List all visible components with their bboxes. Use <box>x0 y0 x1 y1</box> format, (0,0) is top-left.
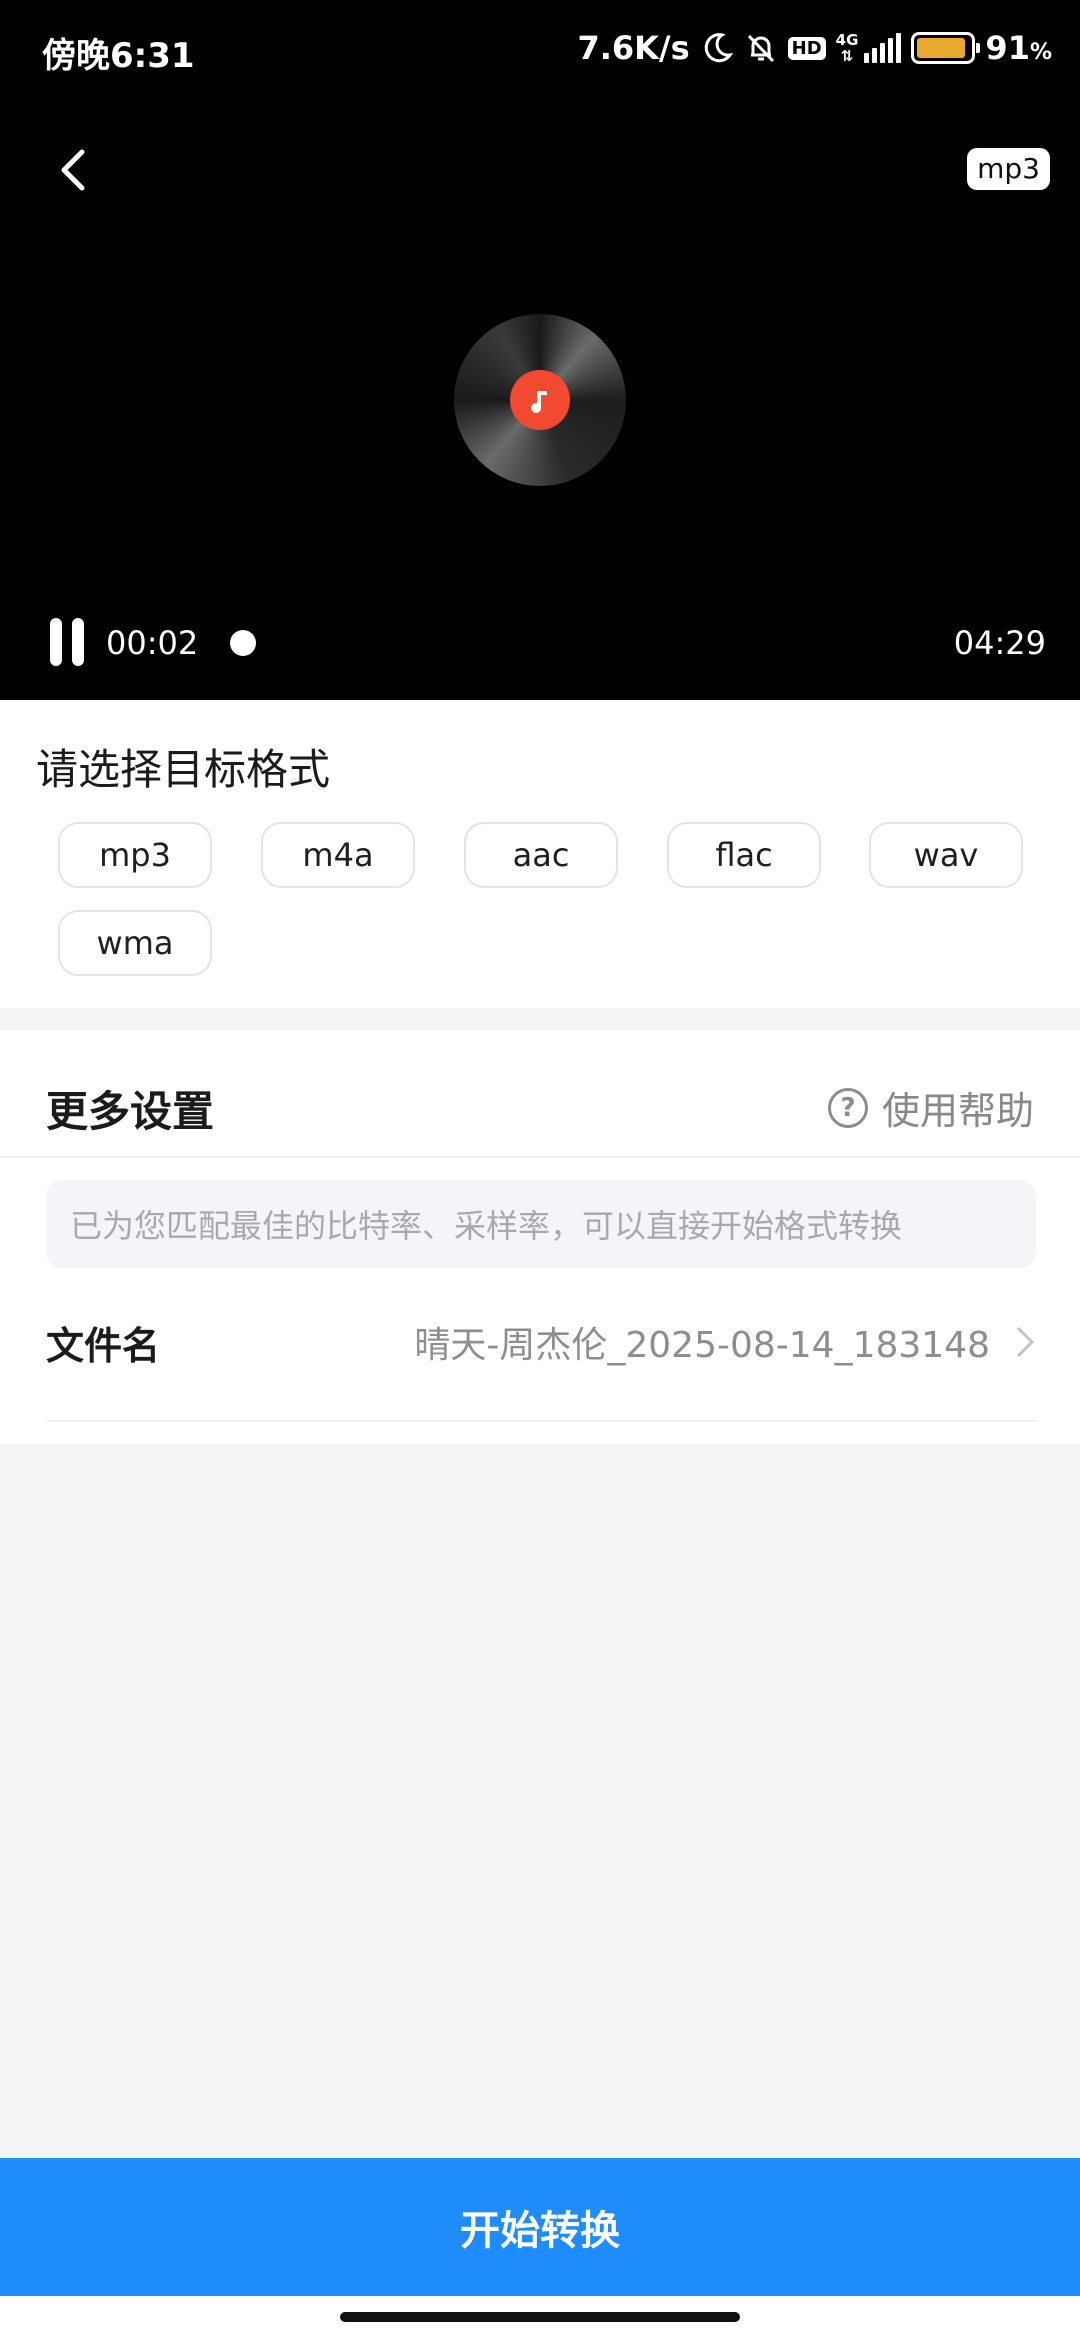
status-time: 傍晚6:31 <box>42 36 195 76</box>
format-option-aac[interactable]: aac <box>464 822 618 888</box>
signal-icon <box>864 33 902 63</box>
filename-value: 晴天-周杰伦_2025-08-14_183148 <box>414 1325 990 1366</box>
status-bar: 傍晚6:31 7.6K/s HD 4G ⇅ 91% <box>0 0 1080 100</box>
question-icon: ? <box>827 1087 868 1128</box>
total-time: 04:29 <box>953 624 1046 662</box>
status-indicators: 7.6K/s HD 4G ⇅ 91% <box>577 26 1052 70</box>
more-settings-section: 更多设置 ? 使用帮助 已为您匹配最佳的比特率、采样率，可以直接开始格式转换 文… <box>0 1030 1080 1444</box>
divider <box>46 1420 1036 1422</box>
moon-icon <box>700 31 734 65</box>
network-type-label: 4G <box>835 31 859 49</box>
hint-box: 已为您匹配最佳的比特率、采样率，可以直接开始格式转换 <box>46 1180 1036 1268</box>
chevron-right-icon <box>1016 1326 1035 1358</box>
hint-text: 已为您匹配最佳的比特率、采样率，可以直接开始格式转换 <box>70 1207 903 1245</box>
music-note-icon <box>510 370 570 430</box>
format-option-wav[interactable]: wav <box>869 822 1023 888</box>
help-label: 使用帮助 <box>881 1089 1034 1133</box>
divider <box>0 1156 1080 1158</box>
format-selection-section: 请选择目标格式 mp3 m4a aac flac wav wma <box>0 700 1080 1008</box>
battery-icon <box>911 32 981 64</box>
current-time: 00:02 <box>106 624 199 662</box>
media-player: 傍晚6:31 7.6K/s HD 4G ⇅ 91% mp3 00:02 04:2… <box>0 0 1080 700</box>
format-option-mp3[interactable]: mp3 <box>58 822 212 888</box>
net-speed: 7.6K/s <box>577 29 690 67</box>
filename-row[interactable]: 文件名 晴天-周杰伦_2025-08-14_183148 <box>46 1292 1036 1392</box>
start-convert-button[interactable]: 开始转换 <box>0 2158 1080 2296</box>
format-option-m4a[interactable]: m4a <box>261 822 415 888</box>
data-arrows-icon: ⇅ <box>840 47 854 65</box>
bell-muted-icon <box>744 31 778 65</box>
battery-percent-unit: % <box>1029 40 1052 65</box>
pause-button[interactable] <box>50 618 88 666</box>
navigation-bar <box>0 2296 1080 2340</box>
battery-percent: 91% <box>985 29 1052 67</box>
format-option-wma[interactable]: wma <box>58 910 212 976</box>
format-section-title: 请选择目标格式 <box>36 745 331 794</box>
seek-slider-thumb[interactable] <box>230 630 256 656</box>
battery-level <box>917 38 965 58</box>
back-button[interactable] <box>52 140 102 200</box>
settings-title: 更多设置 <box>46 1087 215 1136</box>
current-format-badge: mp3 <box>967 148 1050 190</box>
vinyl-disc-icon <box>454 314 626 486</box>
battery-percent-value: 91 <box>985 29 1030 67</box>
pause-icon-bar <box>72 618 84 666</box>
format-option-flac[interactable]: flac <box>667 822 821 888</box>
home-indicator[interactable] <box>340 2312 740 2322</box>
hd-badge: HD <box>787 36 826 60</box>
chevron-left-icon <box>61 149 85 191</box>
pause-icon-bar <box>50 618 62 666</box>
filename-label: 文件名 <box>46 1323 161 1368</box>
help-link[interactable]: ? 使用帮助 <box>827 1080 1034 1135</box>
network-type: 4G ⇅ <box>836 32 859 64</box>
